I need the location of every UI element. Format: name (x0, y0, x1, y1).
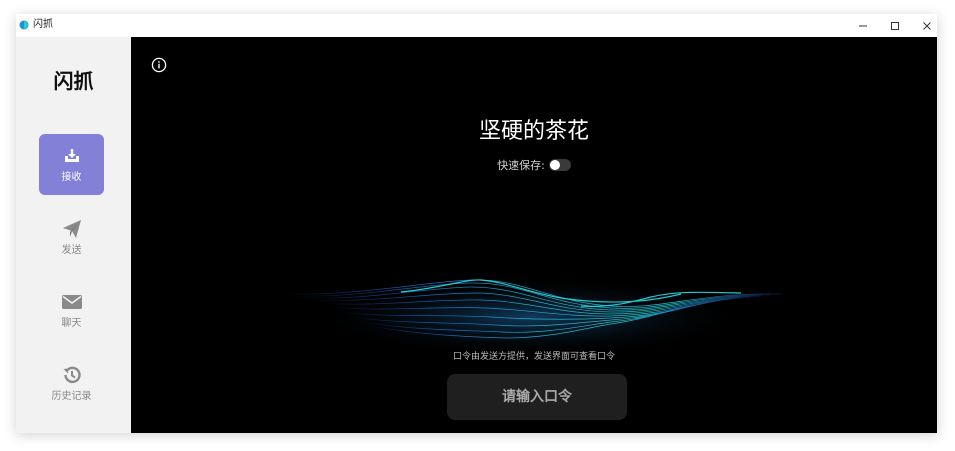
code-hint-text: 口令由发送方提供，发送界面可查看口令 (452, 352, 615, 362)
sidebar-item-chat[interactable]: 聊天 (39, 280, 104, 341)
history-icon (61, 364, 83, 386)
receive-panel: 坚硬的茶花 快速保存: 口令由发送方提供，发送界面可查看口令 请输入口令 (131, 37, 937, 433)
sidebar-item-label: 聊天 (61, 318, 82, 329)
quick-save-row: 快速保存: (131, 157, 937, 173)
close-icon (923, 21, 931, 30)
device-name: 坚硬的茶花 (478, 119, 589, 144)
quick-save-label: 快速保存: (497, 159, 545, 172)
toggle-knob (549, 160, 560, 170)
paper-plane-icon (61, 218, 83, 240)
envelope-icon (61, 291, 83, 313)
code-input[interactable] (447, 374, 627, 420)
info-icon[interactable] (151, 57, 167, 73)
download-tray-icon (61, 145, 83, 167)
sidebar-item-label: 发送 (61, 245, 82, 256)
sidebar-item-history[interactable]: 历史记录 (39, 353, 104, 414)
app-window: 闪抓 闪抓 接收 发送 聊天 历史记录 坚硬的茶花 快速保存: 口令由发送方提供… (16, 14, 937, 433)
maximize-button[interactable] (879, 14, 911, 37)
app-logo-text: 闪抓 (53, 69, 94, 93)
sidebar: 闪抓 接收 发送 聊天 历史记录 (16, 37, 131, 433)
quick-save-toggle[interactable] (548, 159, 571, 171)
title-bar: 闪抓 (16, 14, 937, 37)
maximize-icon (891, 21, 899, 30)
sidebar-item-label: 接收 (61, 172, 82, 183)
window-title: 闪抓 (33, 19, 53, 30)
sidebar-item-receive[interactable]: 接收 (39, 134, 104, 195)
minimize-icon (859, 25, 867, 26)
sidebar-item-label: 历史记录 (51, 391, 92, 402)
sidebar-item-send[interactable]: 发送 (39, 207, 104, 268)
minimize-button[interactable] (847, 14, 879, 37)
app-logo-icon (19, 20, 29, 30)
close-button[interactable] (911, 14, 937, 37)
